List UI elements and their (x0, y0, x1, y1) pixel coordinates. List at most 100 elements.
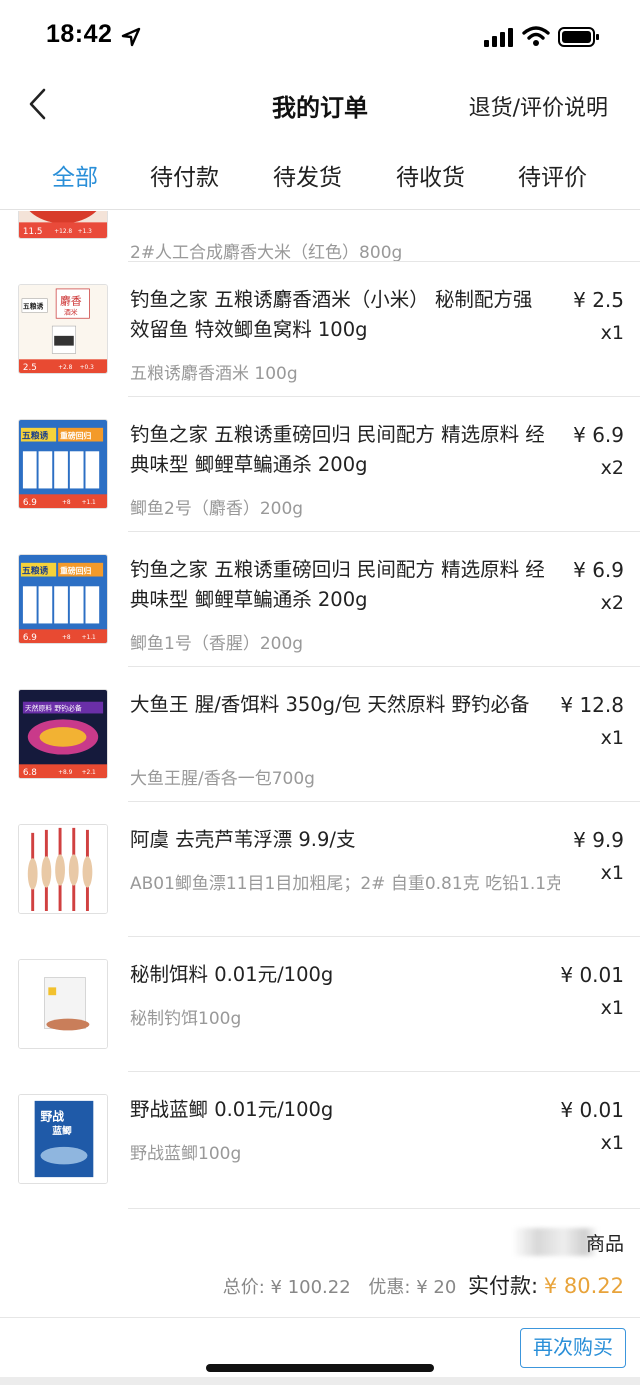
product-price: ¥ 9.9 (573, 828, 624, 852)
nav-bar: 我的订单 退货/评价说明 (0, 72, 640, 136)
thumb-price: 6.8 (23, 768, 37, 778)
item-count-label: 商品 (585, 1233, 624, 1255)
divider (128, 261, 640, 262)
product-title: 钓鱼之家 五粮诱重磅回归 民间配方 精选原料 经典味型 鲫鲤草鳊通杀 200g (130, 558, 545, 611)
thumb-label: +8 (62, 635, 71, 641)
order-item[interactable]: 五粮诱 重磅回归 6.9 +8 +1.1 钓鱼之家 五粮诱重磅回归 民间配方 精… (0, 531, 640, 666)
product-title: 大鱼王 腥/香饵料 350g/包 天然原料 野钓必备 (130, 693, 530, 716)
thumb-label: 五粮诱 (22, 565, 49, 577)
thumb-label: +2.1 (82, 770, 96, 776)
product-thumbnail: 11.5 +12.8 +1.3 (18, 211, 108, 239)
product-title: 野战蓝鲫 0.01元/100g (130, 1098, 334, 1121)
cellular-signal-icon (484, 28, 513, 47)
product-spec: 五粮诱麝香酒米 100g (130, 364, 298, 384)
product-price: ¥ 6.9 (573, 558, 624, 582)
product-spec: 鲫鱼1号（香腥）200g (130, 634, 304, 654)
thumb-label: 酒米 (64, 307, 78, 316)
product-quantity: x1 (600, 322, 624, 344)
order-tabs: 全部 待付款 待发货 待收货 待评价 (0, 140, 640, 210)
product-spec: 野战蓝鲫100g (130, 1144, 242, 1164)
bottom-strip (0, 1377, 640, 1385)
order-item[interactable]: 五粮诱 麝香 酒米 2.5 +2.8 +0.3 钓鱼之家 五粮诱麝香酒米（小米）… (0, 261, 640, 396)
home-indicator[interactable] (206, 1364, 434, 1372)
product-quantity: x1 (600, 1132, 624, 1154)
order-item[interactable]: 秘制饵料 0.01元/100g 秘制钓饵100g ¥ 0.01 x1 (0, 936, 640, 1071)
thumb-label: +8 (62, 500, 71, 506)
thumb-label: +8.9 (58, 770, 72, 776)
paid-amount: ¥ 80.22 (543, 1274, 624, 1298)
tab-pending-receipt[interactable]: 待收货 (396, 158, 465, 192)
discount: 优惠: ¥ 20 (368, 1277, 457, 1298)
product-spec: 秘制钓饵100g (130, 1009, 242, 1029)
thumb-label: +2.8 (58, 365, 72, 371)
product-thumbnail (18, 824, 108, 914)
thumb-price: 2.5 (23, 363, 37, 373)
product-thumbnail: 五粮诱 重磅回归 6.9 +8 +1.1 (18, 554, 108, 644)
order-totals: 总价: ¥ 100.22 优惠: ¥ 20 实付款: ¥ 80.22 (223, 1270, 624, 1300)
divider (128, 936, 640, 937)
wifi-icon (522, 26, 550, 46)
product-title: 钓鱼之家 五粮诱重磅回归 民间配方 精选原料 经典味型 鲫鲤草鳊通杀 200g (130, 423, 545, 476)
divider (128, 1071, 640, 1072)
thumb-price: 6.9 (23, 633, 37, 643)
order-item-list: 11.5 +12.8 +1.3 2#人工合成麝香大米（红色）800g 五粮诱 麝… (0, 211, 640, 1211)
tab-all[interactable]: 全部 (52, 158, 98, 192)
product-spec: 大鱼王腥/香各一包700g (130, 769, 315, 789)
order-item[interactable]: 野战 蓝鲫 野战蓝鲫 0.01元/100g 野战蓝鲫100g ¥ 0.01 x1 (0, 1071, 640, 1206)
product-spec: AB01鲫鱼漂11目1目加粗尾；2# 自重0.81克 吃铅1.1克 (130, 874, 560, 894)
product-price: ¥ 0.01 (560, 963, 624, 987)
return-review-info-link[interactable]: 退货/评价说明 (469, 90, 608, 122)
thumb-label: 天然原料 野钓必备 (25, 704, 82, 713)
thumb-label: +12.8 (54, 229, 72, 235)
product-price: ¥ 12.8 (560, 693, 624, 717)
order-item[interactable]: 阿虞 去壳芦苇浮漂 9.9/支 AB01鲫鱼漂11目1目加粗尾；2# 自重0.8… (0, 801, 640, 936)
product-price: ¥ 0.01 (560, 1098, 624, 1122)
thumb-label: +0.3 (80, 365, 94, 371)
divider (128, 531, 640, 532)
product-quantity: x2 (600, 457, 624, 479)
product-title: 钓鱼之家 五粮诱麝香酒米（小米） 秘制配方强效留鱼 特效鲫鱼窝料 100g (130, 288, 533, 341)
battery-icon (558, 27, 599, 47)
divider (0, 1317, 640, 1318)
thumb-label: +1.1 (82, 500, 96, 506)
divider (128, 396, 640, 397)
tab-pending-payment[interactable]: 待付款 (150, 158, 219, 192)
status-time: 18:42 (46, 20, 113, 48)
product-quantity: x1 (600, 727, 624, 749)
product-quantity: x1 (600, 862, 624, 884)
status-bar: 18:42 (0, 0, 640, 72)
product-spec: 鲫鱼2号（麝香）200g (130, 499, 304, 519)
thumb-label: 五粮诱 (22, 430, 49, 442)
thumb-label: 五粮诱 (23, 301, 44, 310)
product-thumbnail: 天然原料 野钓必备 6.8 +8.9 +2.1 (18, 689, 108, 779)
order-item[interactable]: 天然原料 野钓必备 6.8 +8.9 +2.1 大鱼王 腥/香饵料 350g/包… (0, 666, 640, 801)
product-quantity: x1 (600, 997, 624, 1019)
thumb-label: +1.1 (82, 635, 96, 641)
thumb-label: 蓝鲫 (52, 1124, 72, 1137)
product-price: ¥ 2.5 (573, 288, 624, 312)
location-arrow-icon (121, 27, 141, 47)
divider (128, 666, 640, 667)
thumb-price: 6.9 (23, 498, 37, 508)
rebuy-button[interactable]: 再次购买 (520, 1328, 626, 1368)
product-thumbnail: 五粮诱 麝香 酒米 2.5 +2.8 +0.3 (18, 284, 108, 374)
product-spec: 2#人工合成麝香大米（红色）800g (130, 243, 403, 263)
total-price: 总价: ¥ 100.22 (222, 1277, 351, 1298)
product-title: 阿虞 去壳芦苇浮漂 9.9/支 (130, 828, 356, 851)
thumb-label: 麝香 (60, 295, 82, 308)
tab-pending-shipment[interactable]: 待发货 (273, 158, 342, 192)
product-quantity: x2 (600, 592, 624, 614)
order-item[interactable]: 五粮诱 重磅回归 6.9 +8 +1.1 钓鱼之家 五粮诱重磅回归 民间配方 精… (0, 396, 640, 531)
product-title: 秘制饵料 0.01元/100g (130, 963, 334, 986)
thumb-label: 重磅回归 (60, 431, 91, 441)
thumb-label: 重磅回归 (60, 566, 91, 576)
paid-label: 实付款: (468, 1274, 539, 1298)
divider (128, 1208, 640, 1209)
thumb-label: +1.3 (78, 229, 92, 235)
product-price: ¥ 6.9 (573, 423, 624, 447)
product-thumbnail: 五粮诱 重磅回归 6.9 +8 +1.1 (18, 419, 108, 509)
order-item[interactable]: 11.5 +12.8 +1.3 2#人工合成麝香大米（红色）800g (0, 211, 640, 263)
product-thumbnail (18, 959, 108, 1049)
divider (128, 801, 640, 802)
tab-pending-review[interactable]: 待评价 (518, 158, 587, 192)
